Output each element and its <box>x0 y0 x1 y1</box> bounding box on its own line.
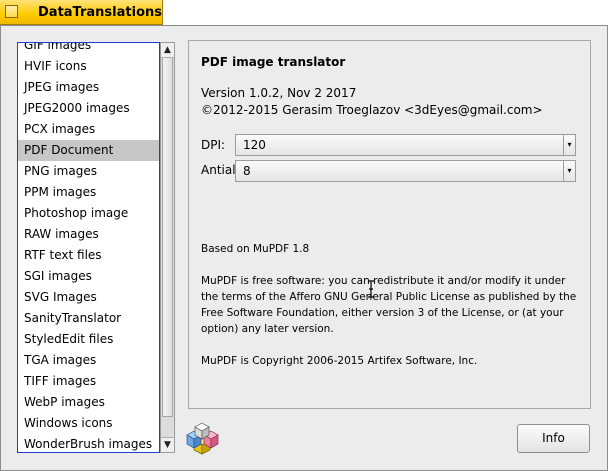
panel-heading: PDF image translator <box>201 55 346 69</box>
dpi-value: 120 <box>243 138 266 152</box>
list-item[interactable]: SGI images <box>18 266 159 287</box>
close-icon[interactable] <box>5 5 18 18</box>
window-tab[interactable]: DataTranslations <box>0 0 163 25</box>
antialiasing-select[interactable]: 8 ▾ <box>235 160 576 182</box>
list-item[interactable]: RAW images <box>18 224 159 245</box>
dpi-select[interactable]: 120 ▾ <box>235 134 576 156</box>
list-item[interactable]: GIF images <box>18 43 159 56</box>
list-scrollbar[interactable]: ▲ ▼ <box>160 42 175 453</box>
list-item[interactable]: Photoshop image <box>18 203 159 224</box>
list-item[interactable]: PPM images <box>18 182 159 203</box>
list-item[interactable]: RTF text files <box>18 245 159 266</box>
list-item[interactable]: SVG Images <box>18 287 159 308</box>
list-item[interactable]: StyledEdit files <box>18 329 159 350</box>
list-item[interactable]: WebP images <box>18 392 159 413</box>
list-item[interactable]: PCX images <box>18 119 159 140</box>
antialiasing-value: 8 <box>243 164 251 178</box>
list-item[interactable]: JPEG2000 images <box>18 98 159 119</box>
license-text: MuPDF is free software: you can redistri… <box>201 275 577 335</box>
list-item[interactable]: SanityTranslator <box>18 308 159 329</box>
text-cursor-icon <box>368 280 374 298</box>
dpi-label: DPI: <box>201 138 226 152</box>
arrow-down-icon[interactable]: ▼ <box>161 437 174 452</box>
cubes-icon <box>186 422 219 455</box>
list-item[interactable]: PDF Document <box>18 140 159 161</box>
window-title: DataTranslations <box>38 5 162 20</box>
based-on-text: Based on MuPDF 1.8 <box>201 243 310 255</box>
chevron-down-icon[interactable]: ▾ <box>563 135 575 155</box>
translator-list-items: GIF images HVIF icons JPEG images JPEG2000 … <box>18 43 159 452</box>
arrow-up-icon[interactable]: ▲ <box>161 43 174 58</box>
chevron-down-icon[interactable]: ▾ <box>563 161 575 181</box>
list-item[interactable]: TGA images <box>18 350 159 371</box>
info-button[interactable]: Info <box>517 424 590 453</box>
scrollbar-thumb[interactable] <box>162 57 173 417</box>
list-item[interactable]: TIFF images <box>18 371 159 392</box>
copyright-text: ©2012-2015 Gerasim Troeglazov <3dEyes@gm… <box>201 103 543 117</box>
list-item[interactable]: Windows icons <box>18 413 159 434</box>
mupdf-copyright-text: MuPDF is Copyright 2006-2015 Artifex Sof… <box>201 355 478 367</box>
list-item[interactable]: PNG images <box>18 161 159 182</box>
translator-list[interactable]: GIF images HVIF icons JPEG images JPEG2000 … <box>17 42 160 453</box>
list-item[interactable]: JPEG images <box>18 77 159 98</box>
list-item[interactable]: WonderBrush images <box>18 434 159 452</box>
list-item[interactable]: HVIF icons <box>18 56 159 77</box>
version-text: Version 1.0.2, Nov 2 2017 <box>201 86 357 100</box>
